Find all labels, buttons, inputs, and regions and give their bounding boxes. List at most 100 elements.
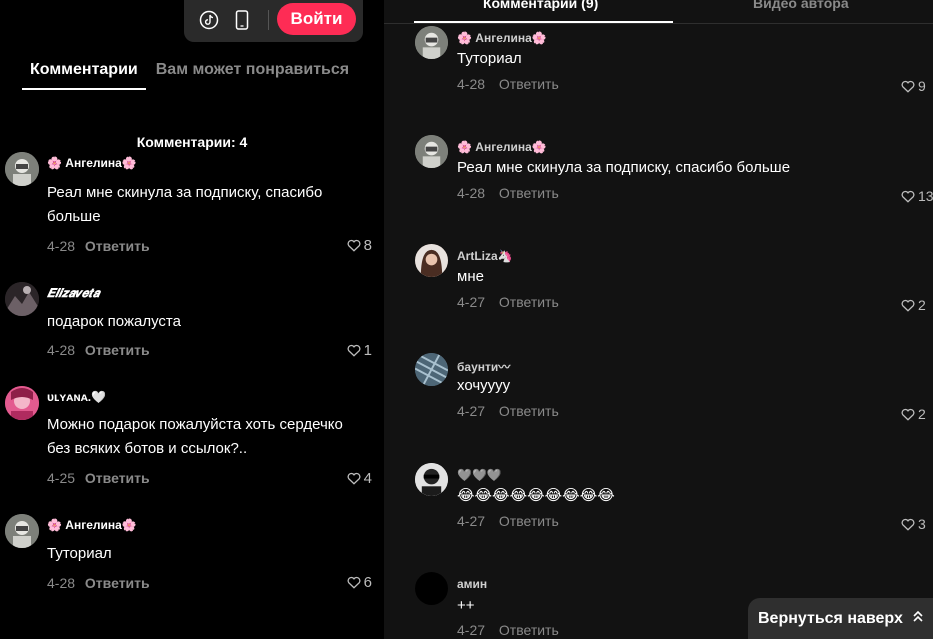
comment-meta: 4-28 Ответить bbox=[457, 76, 559, 92]
comment-author[interactable]: 🌸 Ангелина🌸 bbox=[457, 31, 547, 45]
like-button[interactable]: 6 bbox=[347, 574, 372, 591]
back-to-top-label: Вернуться наверх bbox=[758, 609, 903, 627]
comment-author[interactable]: 𝑬𝒍𝒊𝒛𝒂𝒗𝒆𝒕𝒂 bbox=[47, 286, 99, 301]
like-button[interactable]: 3 bbox=[901, 516, 926, 532]
like-button[interactable]: 4 bbox=[347, 470, 372, 487]
right-panel: Комментарии (9) Видео автора 🌸 Ангелина🌸… bbox=[384, 0, 933, 639]
like-button[interactable]: 9 bbox=[901, 78, 926, 94]
divider bbox=[268, 10, 269, 30]
reply-button[interactable]: Ответить bbox=[499, 403, 559, 419]
active-tab-indicator bbox=[414, 21, 673, 23]
tab-comments[interactable]: Комментарии bbox=[22, 56, 146, 90]
comment-meta: 4-27 Ответить bbox=[457, 513, 559, 529]
tab-author-videos[interactable]: Видео автора bbox=[753, 0, 849, 11]
like-button[interactable]: 1 bbox=[347, 342, 372, 359]
like-count: 2 bbox=[918, 297, 926, 313]
heart-icon bbox=[901, 190, 915, 203]
heart-icon bbox=[901, 408, 915, 421]
reply-button[interactable]: Ответить bbox=[499, 622, 559, 638]
comment-text: Туториал bbox=[47, 545, 112, 562]
comment-text: Реал мне скинула за подписку, спасибо бо… bbox=[47, 184, 323, 225]
like-count: 3 bbox=[918, 516, 926, 532]
comment-author[interactable]: ArtLiza🦄 bbox=[457, 249, 513, 263]
avatar[interactable] bbox=[5, 386, 39, 420]
comment-text: Можно подарок пожалуйста хоть сердечко б… bbox=[47, 416, 343, 457]
like-count: 13 bbox=[918, 188, 933, 204]
reply-button[interactable]: Ответить bbox=[85, 238, 150, 254]
double-chevron-up-icon bbox=[913, 610, 923, 626]
comment-text: мне bbox=[457, 268, 484, 285]
avatar[interactable] bbox=[5, 282, 39, 316]
like-count: 8 bbox=[363, 237, 372, 254]
avatar[interactable] bbox=[415, 572, 448, 605]
avatar[interactable] bbox=[415, 353, 448, 386]
like-count: 6 bbox=[363, 574, 372, 591]
avatar[interactable] bbox=[5, 514, 39, 548]
comment-meta: 4-28 Ответить bbox=[47, 342, 150, 358]
comment-author[interactable]: 🌸 Ангелина🌸 bbox=[47, 156, 137, 170]
avatar[interactable] bbox=[5, 152, 39, 186]
heart-icon bbox=[347, 576, 361, 589]
comment-meta: 4-27 Ответить bbox=[457, 622, 559, 638]
comment-meta: 4-27 Ответить bbox=[457, 403, 559, 419]
reply-button[interactable]: Ответить bbox=[85, 575, 150, 591]
like-button[interactable]: 2 bbox=[901, 297, 926, 313]
comments-count: Комментарии: 4 bbox=[136, 134, 248, 150]
heart-icon bbox=[347, 472, 361, 485]
comment-date: 4-28 bbox=[47, 342, 76, 358]
like-button[interactable]: 2 bbox=[901, 406, 926, 422]
like-count: 2 bbox=[918, 406, 926, 422]
like-count: 1 bbox=[363, 342, 372, 359]
mobile-icon[interactable] bbox=[231, 9, 253, 31]
comment-author[interactable]: баунти〰 bbox=[457, 358, 510, 375]
comment-date: 4-27 bbox=[457, 294, 486, 310]
avatar[interactable] bbox=[415, 26, 448, 59]
comment-meta: 4-28 Ответить bbox=[457, 185, 559, 201]
reply-button[interactable]: Ответить bbox=[499, 294, 559, 310]
like-button[interactable]: 8 bbox=[347, 237, 372, 254]
heart-icon bbox=[347, 239, 361, 252]
comment-date: 4-28 bbox=[457, 185, 486, 201]
reply-button[interactable]: Ответить bbox=[499, 185, 559, 201]
comment-author[interactable]: 🩶🩶🩶 bbox=[457, 468, 502, 482]
comment-meta: 4-25 Ответить bbox=[47, 470, 150, 486]
comment-date: 4-25 bbox=[47, 470, 76, 486]
heart-icon bbox=[347, 344, 361, 357]
back-to-top-button[interactable]: Вернуться наверх bbox=[748, 598, 933, 639]
top-bar: Войти bbox=[184, 0, 363, 42]
comment-date: 4-28 bbox=[47, 575, 76, 591]
tab-you-may-like[interactable]: Вам может понравиться bbox=[156, 56, 349, 90]
comment-text: Реал мне скинула за подписку, спасибо бо… bbox=[457, 159, 791, 176]
comment-text: подарок пожалуста bbox=[47, 313, 181, 330]
comment-date: 4-27 bbox=[457, 513, 486, 529]
avatar[interactable] bbox=[415, 244, 448, 277]
right-tabs: Комментарии (9) Видео автора bbox=[384, 0, 933, 24]
reply-button[interactable]: Ответить bbox=[85, 342, 150, 358]
avatar[interactable] bbox=[415, 135, 448, 168]
comment-meta: 4-27 Ответить bbox=[457, 294, 559, 310]
heart-icon bbox=[901, 518, 915, 531]
login-button[interactable]: Войти bbox=[277, 3, 356, 35]
reply-button[interactable]: Ответить bbox=[499, 76, 559, 92]
comment-author[interactable]: 🌸 Ангелина🌸 bbox=[47, 518, 137, 532]
comment-meta: 4-28 Ответить bbox=[47, 238, 150, 254]
left-tabs: Комментарии Вам может понравиться bbox=[22, 56, 359, 90]
comment-author[interactable]: ᴜʟʏᴀɴᴀ.🤍 bbox=[47, 390, 106, 404]
heart-icon bbox=[901, 299, 915, 312]
tiktok-icon[interactable] bbox=[198, 9, 220, 31]
comment-date: 4-28 bbox=[47, 238, 76, 254]
like-count: 9 bbox=[918, 78, 926, 94]
tab-comments[interactable]: Комментарии (9) bbox=[483, 0, 598, 11]
comment-date: 4-27 bbox=[457, 403, 486, 419]
avatar[interactable] bbox=[415, 463, 448, 496]
comment-text: хочуууу bbox=[457, 377, 511, 394]
reply-button[interactable]: Ответить bbox=[499, 513, 559, 529]
heart-icon bbox=[901, 80, 915, 93]
like-count: 4 bbox=[363, 470, 372, 487]
comment-date: 4-27 bbox=[457, 622, 486, 638]
reply-button[interactable]: Ответить bbox=[85, 470, 150, 486]
comment-text: ++ bbox=[457, 597, 475, 614]
like-button[interactable]: 13 bbox=[901, 188, 933, 204]
comment-author[interactable]: 🌸 Ангелина🌸 bbox=[457, 140, 547, 154]
comment-author[interactable]: амин bbox=[457, 577, 487, 591]
